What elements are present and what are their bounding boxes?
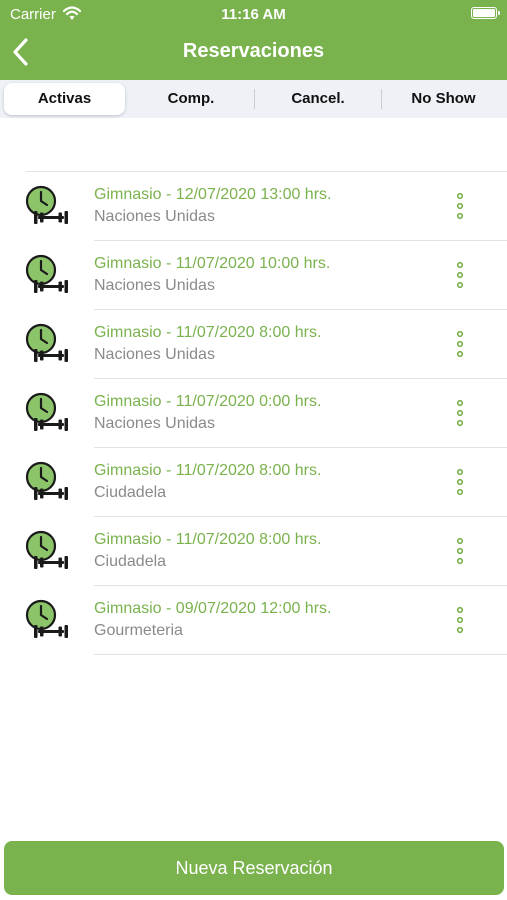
list-item[interactable]: Gimnasio - 11/07/2020 0:00 hrs. Naciones … [0,379,507,448]
gym-clock-icon [25,599,68,638]
header: Carrier 11:16 AM Reservaciones [0,0,507,80]
more-vertical-icon[interactable] [452,468,468,496]
list-item[interactable]: Gimnasio - 12/07/2020 13:00 hrs. Naciones… [0,172,507,241]
tab-cancel[interactable]: Cancel. [255,83,381,115]
reservation-title: Gimnasio - 11/07/2020 8:00 hrs. [94,462,322,479]
more-vertical-icon[interactable] [452,261,468,289]
list-item[interactable]: Gimnasio - 11/07/2020 8:00 hrs. Ciudadela [0,517,507,586]
list-item[interactable]: Gimnasio - 11/07/2020 8:00 hrs. Ciudadela [0,448,507,517]
more-vertical-icon[interactable] [452,606,468,634]
gym-clock-icon [25,530,68,569]
more-vertical-icon[interactable] [452,537,468,565]
clock-label: 11:16 AM [221,6,286,23]
list-item[interactable]: Gimnasio - 11/07/2020 10:00 hrs. Naciones… [0,241,507,310]
tab-comp[interactable]: Comp. [128,83,254,115]
reservation-title: Gimnasio - 12/07/2020 13:00 hrs. [94,186,332,203]
divider [94,654,507,655]
reservation-location: Naciones Unidas [94,346,215,363]
page-title: Reservaciones [182,40,325,62]
more-vertical-icon[interactable] [452,330,468,358]
reservation-title: Gimnasio - 11/07/2020 10:00 hrs. [94,255,331,272]
reservation-title: Gimnasio - 11/07/2020 0:00 hrs. [94,393,322,410]
tab-activas[interactable]: Activas [4,83,125,115]
new-reservation-button[interactable]: Nueva Reservación [4,841,504,895]
segmented-control: Activas Comp. Cancel. No Show [0,80,507,118]
reservation-list: Gimnasio - 12/07/2020 13:00 hrs. Naciones… [0,172,507,655]
reservation-location: Naciones Unidas [94,208,215,225]
more-vertical-icon[interactable] [452,192,468,220]
gym-clock-icon [25,254,68,293]
list-item[interactable]: Gimnasio - 11/07/2020 8:00 hrs. Naciones … [0,310,507,379]
gym-clock-icon [25,461,68,500]
gym-clock-icon [25,392,68,431]
gym-clock-icon [25,185,68,224]
status-bar: Carrier 11:16 AM [0,0,507,30]
list-item[interactable]: Gimnasio - 09/07/2020 12:00 hrs. Gourmete… [0,586,507,655]
gym-clock-icon [25,323,68,362]
more-vertical-icon[interactable] [452,399,468,427]
reservation-title: Gimnasio - 11/07/2020 8:00 hrs. [94,324,322,341]
battery-icon [471,7,500,19]
reservation-title: Gimnasio - 11/07/2020 8:00 hrs. [94,531,322,548]
reservation-location: Naciones Unidas [94,415,215,432]
reservation-location: Ciudadela [94,484,167,501]
reservation-location: Naciones Unidas [94,277,215,294]
tab-no-show[interactable]: No Show [382,83,505,115]
reservation-location: Ciudadela [94,553,167,570]
reservation-title: Gimnasio - 09/07/2020 12:00 hrs. [94,600,332,617]
reservation-location: Gourmeteria [94,622,183,639]
